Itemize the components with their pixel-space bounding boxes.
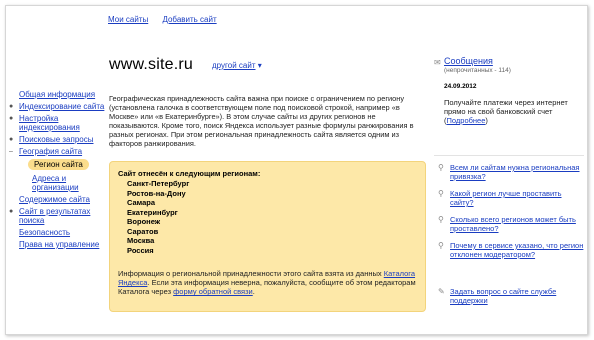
faq-link[interactable]: Сколько всего регионов может быть проста…	[450, 215, 576, 233]
collapse-icon[interactable]: –	[9, 147, 13, 156]
expand-icon[interactable]: ●	[9, 102, 13, 111]
sidebar-item-label: Регион сайта	[28, 159, 89, 170]
regions-list: Санкт-Петербург Ростов-на-Дону Самара Ек…	[127, 179, 189, 255]
info-text: .	[252, 287, 255, 297]
faq-item[interactable]: ⚲ Какой регион лучше проставить сайту?	[438, 189, 584, 207]
support-item[interactable]: ✎ Задать вопрос о сайте службе поддержки	[438, 287, 584, 305]
messages-panel: ✉ Сообщения (непрочитанных - 114) 24.09.…	[434, 56, 584, 125]
question-icon: ⚲	[438, 163, 444, 172]
unread-count: (непрочитанных - 114)	[444, 67, 511, 74]
expand-icon[interactable]: ●	[9, 135, 13, 144]
sidebar-item-label: Права на управление	[19, 240, 100, 249]
sidebar-item-search-queries[interactable]: ● Поисковые запросы	[6, 135, 106, 144]
sidebar-item-indexing-settings[interactable]: ● Настройка индексирования	[6, 114, 106, 132]
my-sites-link[interactable]: Мои сайты	[108, 15, 148, 24]
divider	[434, 155, 584, 156]
regions-source-info: Информация о региональной принадлежности…	[118, 269, 418, 296]
region-item: Воронеж	[127, 217, 161, 226]
question-icon: ⚲	[438, 215, 444, 224]
expand-icon[interactable]: ●	[9, 114, 13, 123]
region-item: Россия	[127, 245, 154, 255]
faq-list: ⚲ Всем ли сайтам нужна региональная прив…	[438, 163, 584, 267]
sidebar: Общая информация ● Индексирование сайта …	[6, 90, 106, 252]
sidebar-item-search-results[interactable]: ● Сайт в результатах поиска	[6, 207, 106, 225]
message-body-end: )	[485, 116, 488, 125]
messages-link[interactable]: Сообщения	[444, 56, 493, 66]
regions-heading: Сайт отнесён к следующим регионам:	[118, 169, 261, 178]
region-item: Санкт-Петербург	[127, 179, 190, 188]
faq-item[interactable]: ⚲ Всем ли сайтам нужна региональная прив…	[438, 163, 584, 181]
region-item: Саратов	[127, 226, 159, 236]
page-title: www.site.ru	[109, 56, 193, 73]
chevron-down-icon: ▾	[257, 61, 262, 70]
faq-link[interactable]: Почему в сервисе указано, что регион отк…	[450, 241, 583, 259]
other-site-dropdown[interactable]: другой сайт ▾	[212, 61, 262, 70]
support-section: ✎ Задать вопрос о сайте службе поддержки	[438, 287, 584, 313]
add-site-link[interactable]: Добавить сайт	[162, 15, 216, 24]
speech-bubble-icon: ✎	[438, 287, 445, 296]
message-text: Получайте платежи через интернет прямо н…	[434, 98, 584, 125]
sidebar-item-label: Индексирование сайта	[19, 102, 105, 111]
feedback-form-link[interactable]: форму обратной связи	[173, 287, 253, 296]
sidebar-item-addresses[interactable]: Адреса и организации	[6, 174, 106, 192]
info-text: . Если эта информация неверна, пожалуйст…	[118, 278, 416, 297]
faq-item[interactable]: ⚲ Сколько всего регионов может быть прос…	[438, 215, 584, 233]
sidebar-item-label: Содержимое сайта	[19, 195, 90, 204]
faq-link[interactable]: Всем ли сайтам нужна региональная привяз…	[450, 163, 580, 181]
sidebar-item-label: Адреса и организации	[32, 174, 79, 192]
region-item: Москва	[127, 236, 155, 245]
sidebar-item-label: Настройка индексирования	[19, 114, 80, 132]
sidebar-item-site-content[interactable]: Содержимое сайта	[6, 195, 106, 204]
geography-description: Географическая принадлежность сайта важн…	[109, 94, 414, 149]
support-link[interactable]: Задать вопрос о сайте службе поддержки	[450, 287, 556, 305]
sidebar-item-general-info[interactable]: Общая информация	[6, 90, 106, 99]
sidebar-item-label: Сайт в результатах поиска	[19, 207, 91, 225]
expand-icon[interactable]: ●	[9, 207, 13, 216]
sidebar-item-label: География сайта	[19, 147, 83, 156]
sidebar-item-security[interactable]: Безопасность	[6, 228, 106, 237]
sidebar-item-indexing[interactable]: ● Индексирование сайта	[6, 102, 106, 111]
info-text: Информация о региональной принадлежности…	[118, 269, 384, 278]
details-link[interactable]: Подробнее	[447, 116, 486, 125]
region-item: Ростов-на-Дону	[127, 188, 186, 198]
sidebar-item-access-rights[interactable]: Права на управление	[6, 240, 106, 249]
sidebar-item-site-region[interactable]: Регион сайта	[6, 159, 106, 174]
main-frame: Мои сайты Добавить сайт www.site.ru друг…	[5, 5, 588, 335]
envelope-icon: ✉	[434, 58, 441, 67]
top-nav: Мои сайты Добавить сайт	[108, 15, 229, 24]
sidebar-item-label: Поисковые запросы	[19, 135, 94, 144]
regions-box: Сайт отнесён к следующим регионам: Санкт…	[109, 161, 426, 312]
sidebar-item-label: Безопасность	[19, 228, 71, 237]
faq-link[interactable]: Какой регион лучше проставить сайту?	[450, 189, 562, 207]
messages-header: ✉ Сообщения (непрочитанных - 114)	[434, 56, 584, 74]
message-date: 24.09.2012	[444, 83, 477, 90]
region-item: Екатеринбург	[127, 207, 178, 217]
question-icon: ⚲	[438, 189, 444, 198]
sidebar-item-site-geography[interactable]: – География сайта	[6, 147, 106, 156]
region-item: Самара	[127, 198, 156, 207]
other-site-label: другой сайт	[212, 61, 256, 70]
sidebar-item-label: Общая информация	[19, 90, 96, 99]
faq-item[interactable]: ⚲ Почему в сервисе указано, что регион о…	[438, 241, 584, 259]
question-icon: ⚲	[438, 241, 444, 250]
